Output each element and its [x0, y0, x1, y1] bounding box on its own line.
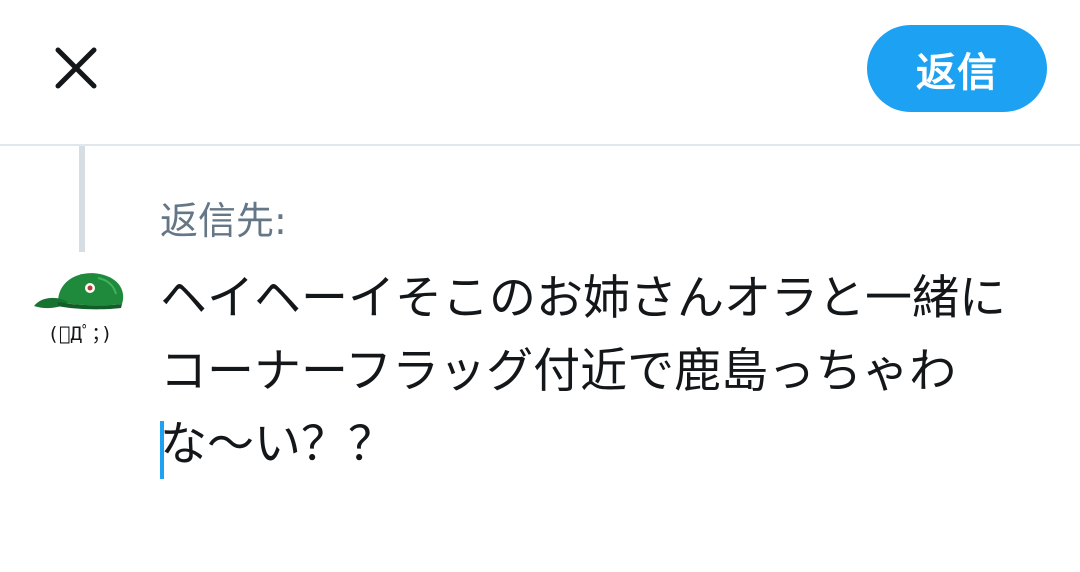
avatar[interactable]: (ﾟДﾟ；): [28, 266, 132, 350]
close-button[interactable]: [44, 36, 108, 100]
tweet-text-input[interactable]: ヘイヘーイそこのお姉さんオラと一緒にコーナーフラッグ付近で鹿島っちゃわな〜い？？: [160, 262, 1040, 481]
reply-to-label[interactable]: 返信先:: [160, 190, 287, 245]
compose-header: 返信: [0, 0, 1080, 146]
close-icon: [55, 47, 97, 89]
avatar-emoticon: (ﾟДﾟ；): [48, 323, 113, 345]
green-cap-avatar-icon: (ﾟДﾟ；): [34, 273, 124, 345]
text-caret: [160, 421, 164, 479]
thread-connector-line: [79, 146, 85, 252]
reply-submit-button[interactable]: 返信: [867, 25, 1047, 112]
